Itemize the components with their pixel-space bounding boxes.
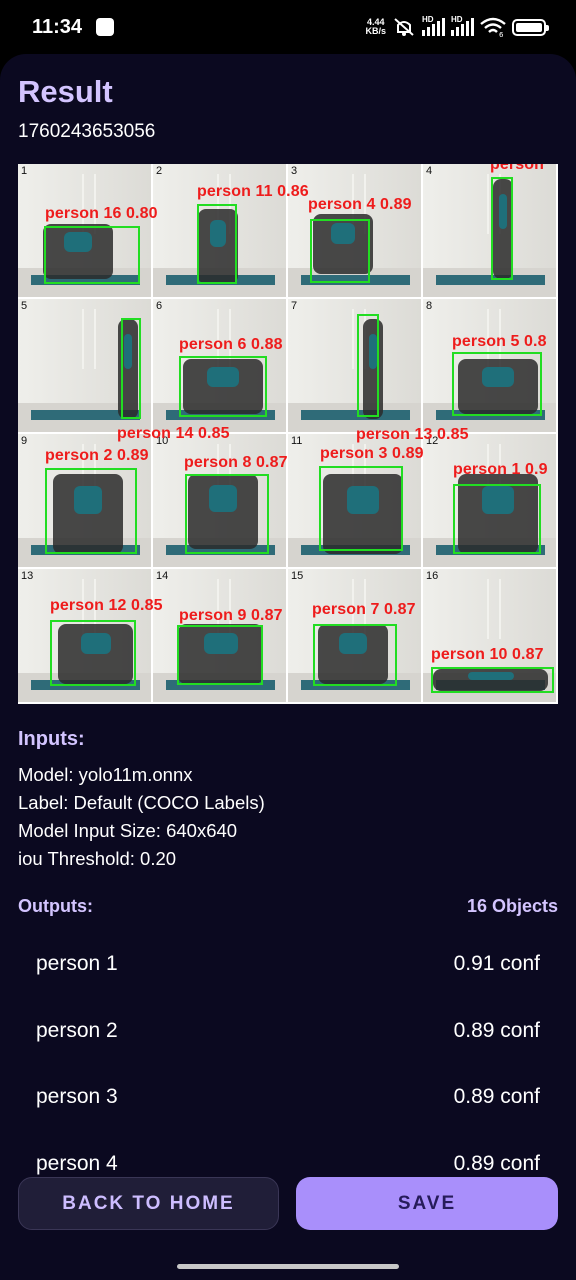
tile-number: 13	[21, 570, 34, 582]
input-label: Label: Default (COCO Labels)	[18, 792, 265, 813]
battery-icon	[512, 18, 549, 36]
detection-label: person 13 0.85	[356, 426, 469, 443]
detection-label: person 7 0.87	[312, 601, 416, 618]
detection-bounding-box	[319, 466, 403, 551]
output-row[interactable]: person 3 0.89 conf	[0, 1065, 576, 1131]
output-row[interactable]: person 2 0.89 conf	[0, 999, 576, 1065]
wifi-icon: 6	[480, 17, 506, 37]
inputs-heading: Inputs:	[18, 728, 85, 750]
signal-icon-2: HD	[451, 15, 474, 36]
signal-tag-2: HD	[451, 15, 463, 24]
tile-number: 15	[291, 570, 304, 582]
detection-bounding-box	[431, 667, 554, 693]
output-label: person 4	[36, 1151, 118, 1175]
detection-label: person 11 0.86	[197, 183, 309, 200]
detection-bounding-box	[185, 474, 269, 554]
detection-label: person 14 0.85	[117, 425, 230, 442]
image-tile: 7	[288, 299, 421, 432]
outputs-heading: Outputs:	[18, 896, 93, 916]
tile-number: 11	[291, 435, 303, 447]
result-timestamp: 1760243653056	[18, 121, 156, 142]
detection-bounding-box	[50, 620, 136, 686]
detection-label: person 9 0.87	[179, 607, 283, 624]
status-icons: 4.44 KB/s HD HD 6	[365, 15, 549, 37]
tile-number: 16	[426, 570, 439, 582]
detection-label: person 4 0.89	[308, 196, 412, 213]
detection-bounding-box	[121, 318, 141, 419]
detection-bounding-box	[177, 625, 263, 685]
input-iou-threshold: iou Threshold: 0.20	[18, 848, 177, 869]
output-label: person 2	[36, 1018, 118, 1042]
tile-number: 9	[21, 435, 28, 447]
detection-label: person 1 0.9	[453, 461, 548, 478]
tile-number: 14	[156, 570, 169, 582]
detection-bounding-box	[357, 314, 379, 417]
detection-label: person 16 0.80	[45, 205, 158, 222]
outputs-count: 16 Objects	[466, 896, 558, 916]
detection-label: person	[490, 164, 544, 173]
input-size: Model Input Size: 640x640	[18, 820, 238, 841]
detection-label: person 2 0.89	[45, 447, 149, 464]
tile-number: 7	[291, 300, 298, 312]
detection-bounding-box	[197, 204, 237, 284]
detection-label: person 12 0.85	[50, 597, 163, 614]
back-to-home-button[interactable]: BACK TO HOME	[18, 1177, 279, 1230]
detection-result-image: 1 2 3 4 5 6 7 8 9 10 11 12 13 14 15 16 person 16 0.80 per…	[18, 164, 558, 704]
notification-icon	[96, 18, 115, 36]
detection-bounding-box	[453, 484, 541, 554]
tile-number: 6	[156, 300, 163, 312]
output-confidence: 0.89 conf	[453, 1085, 540, 1108]
tile-number: 4	[426, 165, 433, 177]
tile-number: 2	[156, 165, 163, 177]
save-button[interactable]: SAVE	[296, 1177, 558, 1230]
gesture-nav-bar[interactable]	[177, 1264, 399, 1269]
tile-number: 5	[21, 300, 28, 312]
detection-bounding-box	[491, 177, 513, 280]
result-sheet: Result 1760243653056 1 2 3 4 5 6 7 8 9 10 11 12 13 14…	[0, 54, 576, 1280]
detection-label: person 5 0.8	[452, 333, 547, 350]
output-confidence: 0.91 conf	[453, 952, 540, 975]
outputs-list[interactable]: person 1 0.91 conf person 2 0.89 conf person…	[0, 932, 576, 1176]
detection-bounding-box	[179, 356, 267, 417]
output-row[interactable]: person 4 0.89 conf	[0, 1132, 576, 1177]
status-time: 11:34	[32, 15, 83, 38]
signal-tag-1: HD	[422, 15, 434, 24]
detection-label: person 10 0.87	[431, 646, 544, 663]
detection-bounding-box	[452, 352, 542, 416]
output-confidence: 0.89 conf	[453, 1151, 540, 1175]
detection-bounding-box	[313, 624, 397, 686]
signal-icon-1: HD	[422, 15, 445, 36]
detection-bounding-box	[45, 468, 137, 554]
detection-bounding-box	[44, 226, 140, 284]
network-speed: 4.44 KB/s	[365, 18, 386, 36]
output-confidence: 0.89 conf	[453, 1018, 540, 1042]
network-speed-unit: KB/s	[365, 26, 386, 36]
input-model: Model: yolo11m.onnx	[18, 764, 193, 785]
image-tile: 4	[423, 164, 556, 297]
detection-label: person 8 0.87	[184, 454, 288, 471]
output-row[interactable]: person 1 0.91 conf	[0, 932, 576, 998]
tile-number: 1	[21, 165, 28, 177]
detection-label: person 6 0.88	[179, 336, 283, 353]
status-bar: 11:34 4.44 KB/s HD HD 6	[0, 0, 576, 54]
page-title: Result	[18, 74, 113, 109]
mute-icon	[394, 18, 414, 36]
detection-label: person 3 0.89	[320, 445, 424, 462]
tile-number: 8	[426, 300, 433, 312]
output-label: person 3	[36, 1085, 118, 1108]
tile-number: 3	[291, 165, 298, 177]
wifi-tag: 6	[499, 31, 504, 37]
detection-bounding-box	[310, 219, 370, 283]
output-label: person 1	[36, 952, 118, 975]
